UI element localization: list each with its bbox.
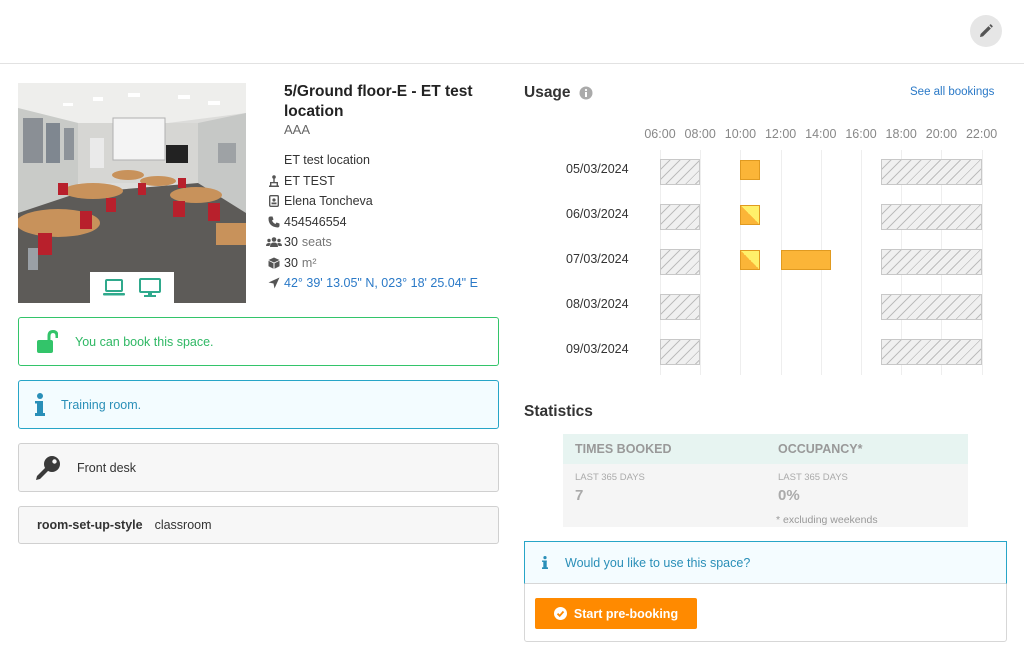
info-location: ET test location	[264, 150, 504, 171]
hour-tick: 10:00	[724, 127, 757, 141]
booking-block[interactable]	[740, 160, 761, 180]
check-circle-icon	[553, 607, 567, 620]
bookable-text: You can book this space.	[75, 334, 214, 349]
start-prebooking-button[interactable]: Start pre-booking	[535, 598, 697, 629]
training-notice: Training room.	[18, 380, 499, 429]
times-booked-label: TIMES BOOKED	[575, 442, 672, 456]
statistics-table: TIMES BOOKED OCCUPANCY* LAST 365 DAYS 7 …	[563, 434, 968, 527]
id-badge-icon	[269, 195, 279, 208]
location-text: ET test location	[284, 153, 370, 168]
times-booked-period: LAST 365 DAYS	[575, 472, 645, 483]
coordinates-link[interactable]: 42° 39' 13.05" N, 023° 18' 25.04" E	[284, 276, 478, 290]
info-coordinates[interactable]: 42° 39' 13.05" N, 023° 18' 25.04" E	[264, 273, 504, 294]
day-label: 06/03/2024	[566, 207, 629, 221]
laptop-icon	[103, 278, 125, 295]
occupancy-label: OCCUPANCY*	[778, 442, 863, 456]
info-department: ET TEST	[264, 171, 504, 192]
access-text: Front desk	[77, 460, 137, 475]
users-icon	[266, 237, 282, 248]
phone-icon	[268, 216, 280, 228]
key-icon	[36, 455, 60, 480]
prebook-question: Would you like to use this space?	[565, 555, 751, 570]
closed-hours-block	[881, 294, 982, 320]
hour-tick: 22:00	[965, 127, 998, 141]
access-notice: Front desk	[18, 443, 499, 492]
bookable-notice: You can book this space.	[18, 317, 499, 366]
room-title: 5/Ground floor-E - ET test location	[284, 83, 473, 120]
property-row: room-set-up-style classroom	[18, 506, 499, 544]
cube-icon	[268, 257, 280, 269]
info-phone: 454546554	[264, 212, 504, 233]
owner-text: Elena Toncheva	[284, 194, 373, 209]
sitemap-icon	[269, 174, 279, 187]
closed-hours-block	[881, 249, 982, 275]
room-photo	[18, 83, 246, 303]
statistics-header: TIMES BOOKED OCCUPANCY*	[563, 434, 968, 464]
info-icon	[35, 392, 45, 416]
edit-button[interactable]	[970, 15, 1002, 47]
unlock-icon	[37, 329, 58, 353]
closed-hours-block	[660, 339, 701, 365]
hour-gridline	[700, 150, 702, 375]
times-booked-value: 7	[575, 487, 584, 504]
room-info-list: ET test location ET TEST Elena Toncheva	[264, 150, 504, 294]
info-circle-icon[interactable]	[579, 86, 593, 100]
prebook-panel: Would you like to use this space? Start …	[524, 541, 1007, 642]
closed-hours-block	[881, 204, 982, 230]
occupancy-cell: LAST 365 DAYS 0%	[778, 472, 848, 504]
phone-text: 454546554	[284, 214, 347, 229]
hour-gridline	[861, 150, 862, 375]
usage-heading: Usage	[524, 84, 593, 102]
info-icon	[542, 556, 548, 569]
occupancy-period: LAST 365 DAYS	[778, 472, 848, 483]
info-owner: Elena Toncheva	[264, 191, 504, 212]
day-label: 07/03/2024	[566, 252, 629, 266]
occupancy-note: * excluding weekends	[776, 514, 878, 526]
hour-tick: 16:00	[845, 127, 877, 141]
area-unit: m²	[301, 255, 317, 270]
start-prebooking-label: Start pre-booking	[573, 606, 679, 621]
seats-unit: seats	[301, 235, 332, 250]
room-code: AAA	[284, 122, 311, 137]
closed-hours-block	[660, 249, 701, 275]
info-area: 30 m²	[264, 253, 504, 274]
closed-hours-block	[660, 204, 701, 230]
hour-tick: 12:00	[764, 127, 797, 141]
occupancy-value: 0%	[778, 487, 800, 504]
monitor-icon	[139, 277, 161, 297]
statistics-title: Statistics	[524, 403, 593, 420]
property-value: classroom	[154, 518, 212, 532]
hour-tick: 20:00	[925, 127, 958, 141]
day-label: 05/03/2024	[566, 162, 629, 176]
property-key: room-set-up-style	[37, 518, 143, 532]
closed-hours-block	[881, 159, 982, 185]
day-label: 08/03/2024	[566, 297, 629, 311]
equipment-bar	[90, 272, 174, 303]
closed-hours-block	[660, 159, 701, 185]
hour-tick: 06:00	[644, 127, 676, 141]
hour-tick: 14:00	[805, 127, 837, 141]
closed-hours-block	[660, 294, 701, 320]
booking-block[interactable]	[780, 250, 831, 270]
training-text: Training room.	[61, 397, 142, 412]
times-booked-cell: LAST 365 DAYS 7	[575, 472, 645, 504]
pencil-icon	[980, 24, 993, 37]
top-bar	[0, 0, 1024, 64]
department-text: ET TEST	[284, 173, 335, 188]
hour-tick: 18:00	[885, 127, 917, 141]
seats-value: 30	[284, 235, 298, 250]
closed-hours-block	[881, 339, 982, 365]
usage-title: Usage	[524, 84, 571, 101]
area-value: 30	[284, 255, 298, 270]
see-all-bookings-link[interactable]: See all bookings	[910, 86, 994, 98]
hour-gridline	[981, 150, 983, 375]
location-arrow-icon	[268, 277, 280, 289]
prebook-question-bar: Would you like to use this space?	[524, 541, 1007, 584]
day-label: 09/03/2024	[566, 342, 629, 356]
hour-tick: 08:00	[684, 127, 716, 141]
info-seats: 30 seats	[264, 232, 504, 253]
booking-block[interactable]	[740, 205, 761, 225]
booking-block[interactable]	[740, 250, 761, 270]
